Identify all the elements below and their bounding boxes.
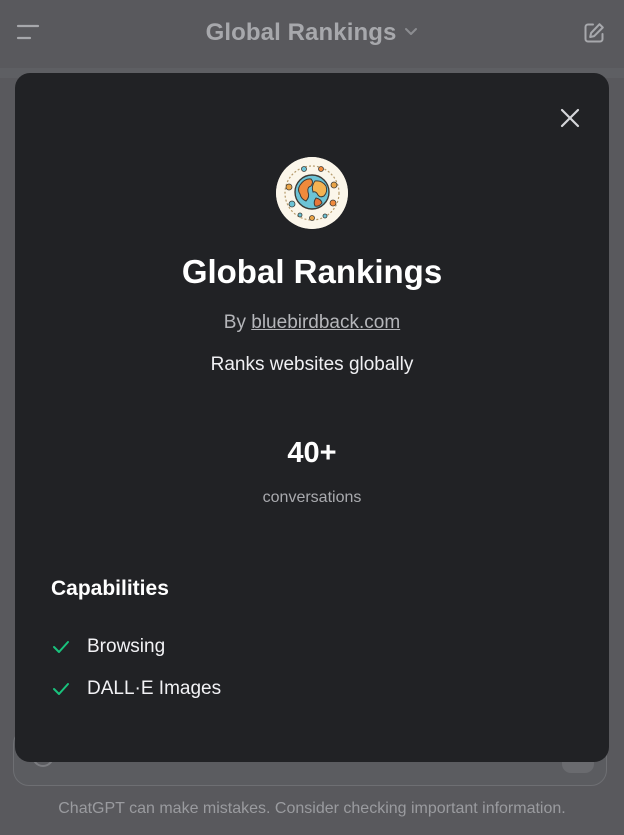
check-icon	[51, 679, 71, 699]
capability-label: Browsing	[87, 636, 166, 657]
disclaimer-text: ChatGPT can make mistakes. Consider chec…	[58, 800, 566, 817]
check-icon	[51, 637, 71, 657]
conversation-count-label: conversations	[262, 489, 362, 506]
capability-label: DALL·E Images	[87, 678, 222, 699]
topbar-title: Global Rankings	[205, 19, 397, 46]
capabilities-heading: Capabilities	[51, 577, 169, 600]
author-byline: By bluebirdback.com	[15, 312, 609, 334]
close-icon[interactable]	[557, 105, 583, 131]
capabilities-list: Browsing DALL·E Images	[51, 626, 221, 710]
gpt-description: Ranks websites globally	[210, 354, 414, 375]
gpt-info-modal: Global Rankings By bluebirdback.com Rank…	[15, 73, 609, 762]
top-bar: Global Rankings	[0, 0, 624, 68]
globe-icon	[276, 157, 348, 229]
gpt-title: Global Rankings	[181, 253, 443, 290]
edit-icon[interactable]	[580, 19, 608, 47]
hamburger-icon[interactable]	[14, 18, 42, 46]
chevron-down-icon	[404, 24, 418, 42]
by-prefix: By	[223, 312, 246, 333]
gpt-selector[interactable]: Global Rankings	[206, 19, 419, 47]
capability-item: DALL·E Images	[51, 668, 221, 710]
app-root: Global Rankings ChatGPT can make mistake…	[0, 0, 624, 835]
author-link[interactable]: bluebirdback.com	[251, 312, 400, 333]
capability-item: Browsing	[51, 626, 221, 668]
conversation-count: 40+	[287, 437, 337, 469]
